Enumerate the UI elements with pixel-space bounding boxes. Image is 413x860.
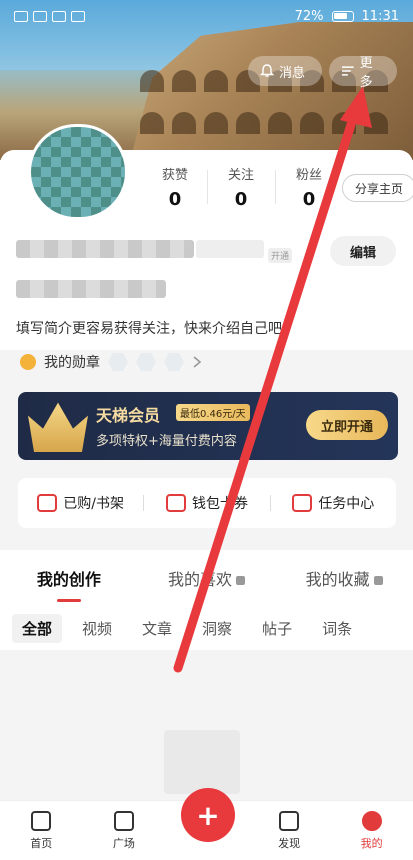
chevron-right-icon xyxy=(193,356,202,368)
nav-me[interactable]: 我的 xyxy=(330,801,413,860)
notification-icon xyxy=(71,10,85,22)
content-tabs-panel: 我的创作 我的喜欢 我的收藏 全部 视频 文章 洞察 帖子 词条 xyxy=(0,550,413,650)
content-filter-tabs: 全部 视频 文章 洞察 帖子 词条 xyxy=(0,606,413,650)
nav-discover[interactable]: 发现 xyxy=(248,801,331,860)
stat-likes-value: 0 xyxy=(168,189,182,210)
signal-icon xyxy=(33,10,47,22)
nav-label: 我的 xyxy=(360,836,383,850)
stat-divider xyxy=(207,170,208,204)
nav-label: 广场 xyxy=(112,836,135,850)
vip-title: 天梯会员 xyxy=(96,406,161,425)
wifi-icon xyxy=(52,10,66,22)
tab-label: 我的喜欢 xyxy=(168,570,233,589)
medal-slot-icon xyxy=(164,353,184,371)
content-tabs: 我的创作 我的喜欢 我的收藏 xyxy=(0,550,413,606)
filter-post[interactable]: 帖子 xyxy=(252,614,302,643)
battery-icon xyxy=(331,10,354,22)
vip-tag[interactable]: 开通 xyxy=(268,248,293,263)
edit-profile-button[interactable]: 编辑 xyxy=(330,236,396,266)
nav-home[interactable]: 首页 xyxy=(0,801,83,860)
stat-followers[interactable]: 粉丝 0 xyxy=(279,164,339,210)
status-bar: 72% 11:31 xyxy=(0,0,413,32)
stat-likes[interactable]: 获赞 0 xyxy=(145,164,205,210)
tab-label: 我的创作 xyxy=(36,570,101,589)
messages-button[interactable]: 消息 xyxy=(248,56,322,86)
medal-slot-icon xyxy=(108,353,128,371)
filter-video[interactable]: 视频 xyxy=(72,614,122,643)
cover-arches-lower xyxy=(140,112,413,138)
stat-followers-label: 粉丝 xyxy=(295,168,322,183)
filter-all[interactable]: 全部 xyxy=(12,613,63,643)
tab-my-likes[interactable]: 我的喜欢 xyxy=(138,566,276,590)
messages-label: 消息 xyxy=(279,65,306,81)
crown-icon xyxy=(28,402,88,452)
vip-banner[interactable]: 天梯会员 最低0.46元/天 多项特权+海量付费内容 立即开通 xyxy=(18,392,398,460)
quick-links: 已购/书架 钱包卡券 任务中心 xyxy=(18,478,396,528)
wallet-coupons-link[interactable]: 钱包卡券 xyxy=(144,493,269,513)
wallet-icon xyxy=(165,494,186,512)
medal-slot-icon xyxy=(136,353,156,371)
medal-row[interactable]: 我的勋章 xyxy=(20,352,202,372)
vip-subtitle: 多项特权+海量付费内容 xyxy=(96,434,237,449)
username-blurred xyxy=(16,240,194,258)
bell-icon xyxy=(260,64,274,77)
quick-label: 任务中心 xyxy=(318,496,375,512)
more-label: 更多 xyxy=(359,56,373,90)
filter-article[interactable]: 文章 xyxy=(132,614,182,643)
cart-icon xyxy=(37,494,58,512)
lock-icon xyxy=(236,576,246,585)
nav-label: 首页 xyxy=(30,836,53,850)
vip-open-button[interactable]: 立即开通 xyxy=(306,410,388,440)
profile-icon xyxy=(361,810,382,831)
lock-icon xyxy=(373,576,383,585)
quick-label: 已购/书架 xyxy=(63,496,125,512)
filter-entry[interactable]: 词条 xyxy=(312,614,362,643)
quick-label: 钱包卡券 xyxy=(191,496,248,512)
purchased-bookshelf-link[interactable]: 已购/书架 xyxy=(18,493,143,513)
tab-my-creations[interactable]: 我的创作 xyxy=(0,566,138,602)
user-id-blurred xyxy=(16,280,166,298)
task-icon xyxy=(292,494,313,512)
nav-square[interactable]: 广场 xyxy=(83,801,166,860)
filter-insight[interactable]: 洞察 xyxy=(192,614,242,643)
stat-followers-value: 0 xyxy=(302,189,316,210)
stat-following[interactable]: 关注 0 xyxy=(211,164,271,210)
username-blurred xyxy=(196,240,264,258)
empty-state-icon xyxy=(164,730,240,794)
nav-label: 发现 xyxy=(278,836,301,850)
share-profile-button[interactable]: 分享主页 xyxy=(342,174,413,202)
home-icon xyxy=(31,810,52,831)
menu-icon xyxy=(341,66,354,76)
square-icon xyxy=(113,810,134,831)
publish-button[interactable]: + xyxy=(181,788,235,842)
task-center-link[interactable]: 任务中心 xyxy=(271,493,396,513)
avatar[interactable] xyxy=(28,124,128,220)
vip-price-badge: 最低0.46元/天 xyxy=(176,404,250,421)
battery-percent: 72% xyxy=(294,8,324,24)
tab-label: 我的收藏 xyxy=(305,570,370,589)
stat-divider xyxy=(275,170,276,204)
clock: 11:31 xyxy=(361,8,399,24)
stat-likes-label: 获赞 xyxy=(161,168,188,183)
stat-following-value: 0 xyxy=(234,189,248,210)
compass-icon xyxy=(279,810,300,831)
stat-following-label: 关注 xyxy=(227,168,254,183)
medal-label: 我的勋章 xyxy=(44,355,100,371)
bio-text[interactable]: 填写简介更容易获得关注，快来介绍自己吧 xyxy=(16,318,282,338)
hd-icon xyxy=(14,10,28,22)
medal-icon xyxy=(20,354,36,370)
more-button[interactable]: 更多 xyxy=(329,56,397,90)
tab-my-favorites[interactable]: 我的收藏 xyxy=(275,566,413,590)
